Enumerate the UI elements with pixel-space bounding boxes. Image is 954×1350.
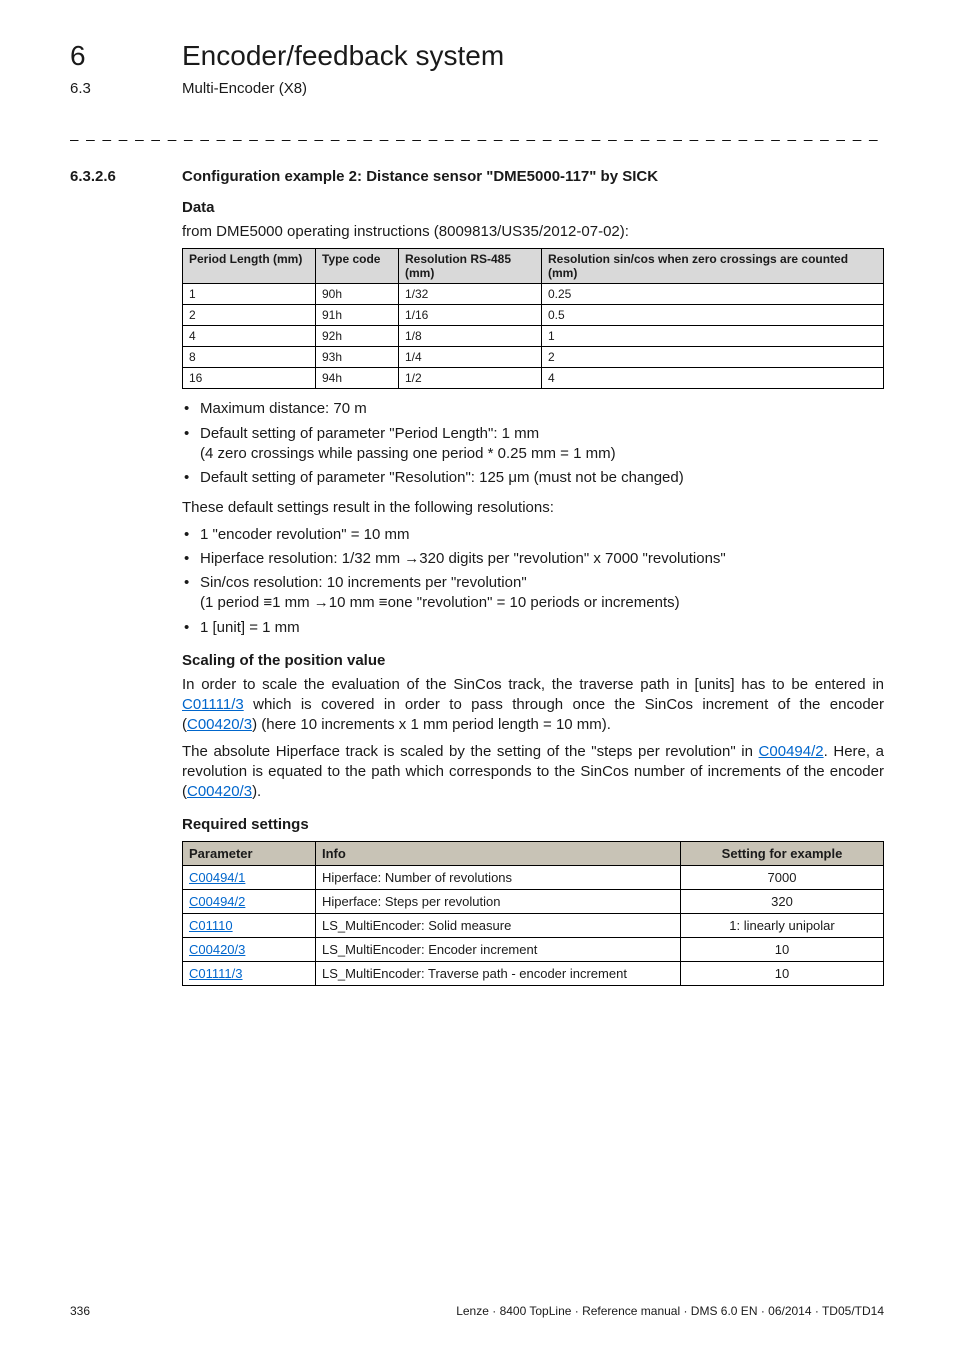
scaling-para-1: In order to scale the evaluation of the … (182, 675, 884, 736)
table-row: 893h1/42 (183, 347, 884, 368)
th-setting: Setting for example (681, 842, 884, 866)
arrow-icon (400, 550, 419, 567)
link-c00494-2[interactable]: C00494/2 (759, 743, 824, 760)
table-row: C00420/3LS_MultiEncoder: Encoder increme… (183, 938, 884, 962)
section-title: Configuration example 2: Distance sensor… (182, 168, 658, 185)
link-param[interactable]: C00494/2 (189, 894, 245, 909)
table-row: C00494/2Hiperface: Steps per revolution3… (183, 890, 884, 914)
scaling-para-2: The absolute Hiperface track is scaled b… (182, 742, 884, 803)
data-intro: from DME5000 operating instructions (800… (182, 222, 884, 242)
link-param[interactable]: C00494/1 (189, 870, 245, 885)
table-row: 492h1/81 (183, 326, 884, 347)
link-c00420-3-b[interactable]: C00420/3 (187, 783, 252, 800)
table-row: C01111/3LS_MultiEncoder: Traverse path -… (183, 962, 884, 986)
data-table: Period Length (mm) Type code Resolution … (182, 248, 884, 389)
arrow-icon (310, 594, 329, 611)
chapter-title: Encoder/feedback system (182, 40, 504, 72)
table-row: C00494/1Hiperface: Number of revolutions… (183, 866, 884, 890)
chapter-number: 6 (70, 40, 182, 72)
link-param[interactable]: C01110 (189, 918, 233, 933)
subsection-title: Multi-Encoder (X8) (182, 80, 307, 97)
link-param[interactable]: C00420/3 (189, 942, 245, 957)
subsection-number: 6.3 (70, 80, 182, 97)
equiv-icon (259, 594, 272, 611)
link-param[interactable]: C01111/3 (189, 966, 243, 981)
equiv-icon (375, 594, 388, 611)
bullets-data: Maximum distance: 70 m Default setting o… (182, 399, 884, 488)
link-c00420-3[interactable]: C00420/3 (187, 716, 252, 733)
th-res485: Resolution RS-485 (mm) (399, 249, 542, 284)
table-row: 291h1/160.5 (183, 305, 884, 326)
page-number: 336 (70, 1304, 90, 1318)
th-parameter: Parameter (183, 842, 316, 866)
section-number: 6.3.2.6 (70, 168, 182, 185)
scaling-heading: Scaling of the position value (182, 652, 884, 669)
list-item: 1 [unit] = 1 mm (200, 618, 884, 638)
table-row: 190h1/320.25 (183, 284, 884, 305)
footer-text: Lenze · 8400 TopLine · Reference manual … (456, 1304, 884, 1318)
list-item: Default setting of parameter "Resolution… (200, 468, 884, 488)
th-info: Info (316, 842, 681, 866)
list-item: Maximum distance: 70 m (200, 399, 884, 419)
th-type: Type code (316, 249, 399, 284)
footer: 336 Lenze · 8400 TopLine · Reference man… (70, 1304, 884, 1318)
bullets-resolutions: 1 "encoder revolution" = 10 mm Hiperface… (182, 525, 884, 638)
data-heading: Data (182, 199, 884, 216)
list-item: 1 "encoder revolution" = 10 mm (200, 525, 884, 545)
th-period: Period Length (mm) (183, 249, 316, 284)
divider: _ _ _ _ _ _ _ _ _ _ _ _ _ _ _ _ _ _ _ _ … (70, 125, 884, 142)
required-settings-heading: Required settings (182, 816, 884, 833)
required-settings-table: Parameter Info Setting for example C0049… (182, 841, 884, 986)
list-item: Sin/cos resolution: 10 increments per "r… (200, 573, 884, 614)
defaults-intro: These default settings result in the fol… (182, 498, 884, 518)
table-row: 1694h1/24 (183, 368, 884, 389)
link-c01111-3[interactable]: C01111/3 (182, 696, 244, 713)
table-row: C01110LS_MultiEncoder: Solid measure1: l… (183, 914, 884, 938)
list-item: Hiperface resolution: 1/32 mm320 digits … (200, 549, 884, 569)
list-item: Default setting of parameter "Period Len… (200, 424, 884, 465)
th-res-sincos: Resolution sin/cos when zero crossings a… (542, 249, 884, 284)
